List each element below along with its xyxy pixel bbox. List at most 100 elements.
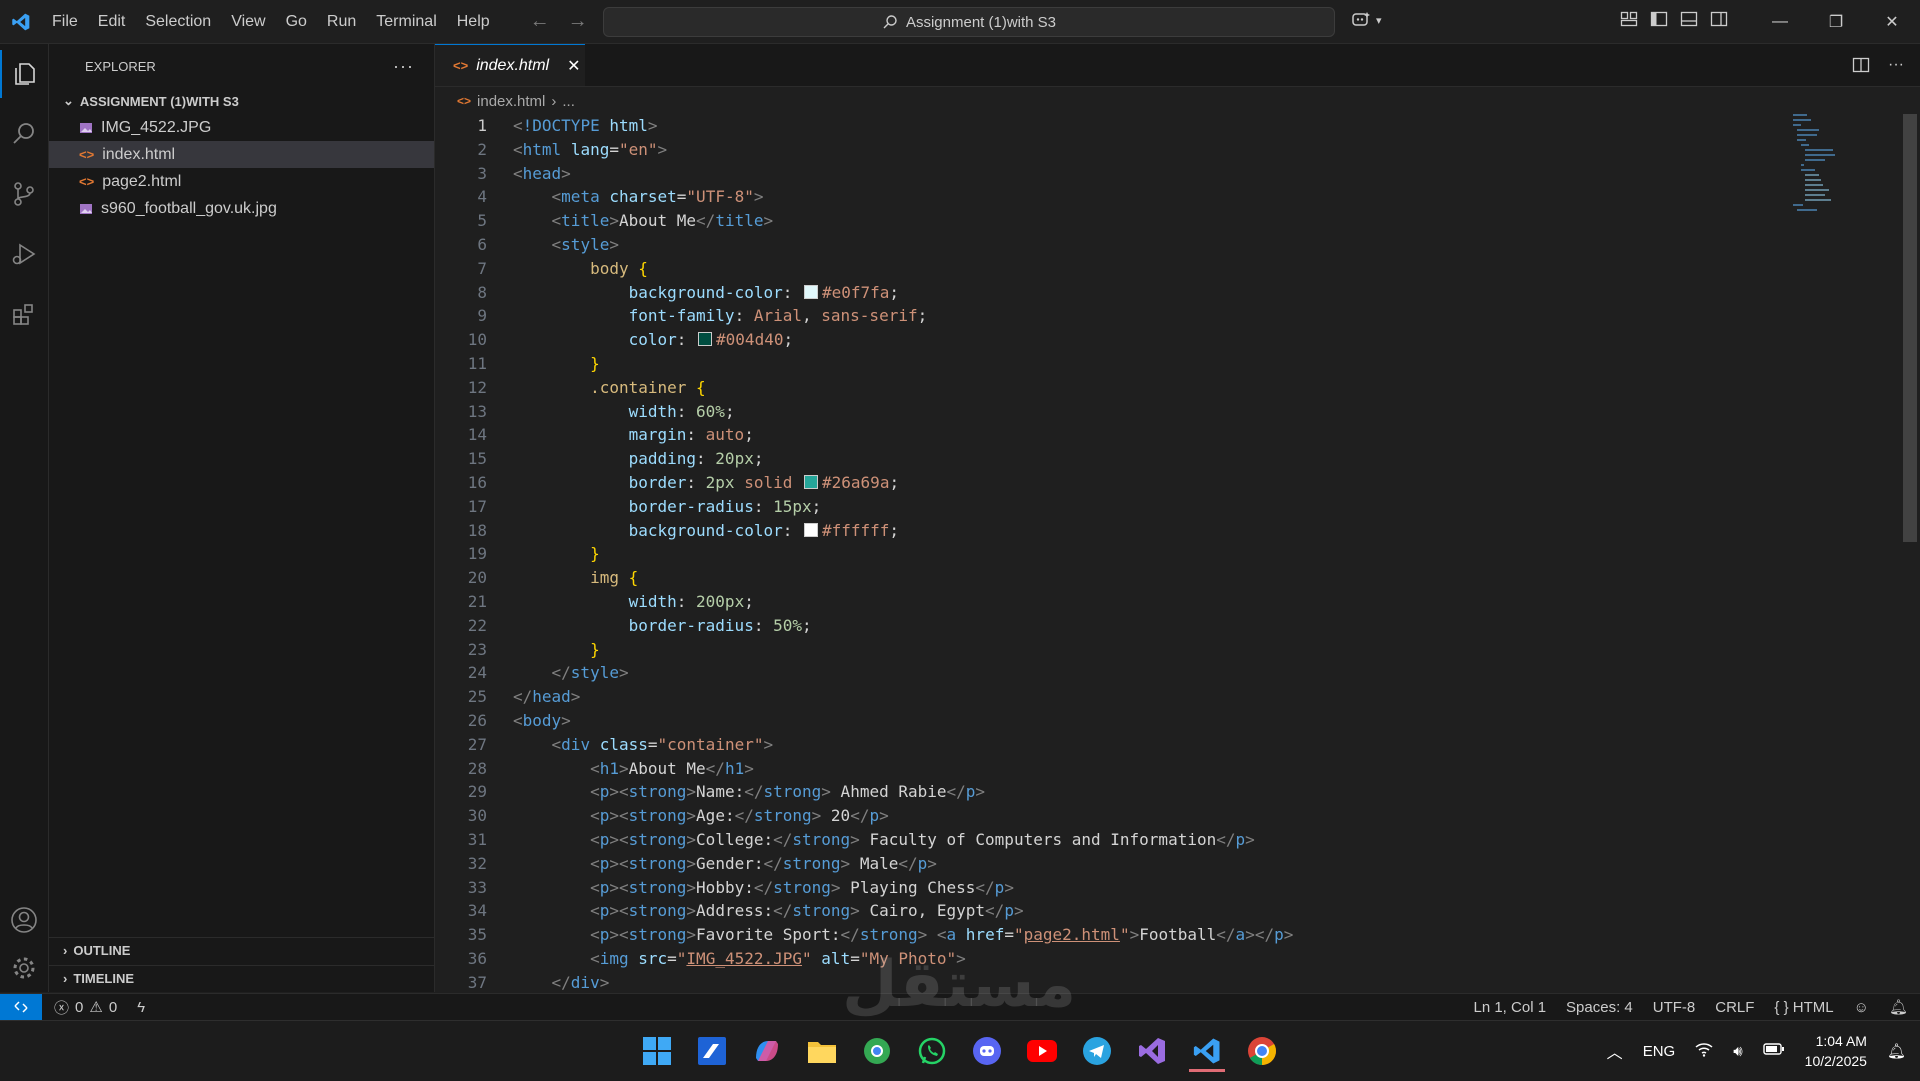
toggle-primary-sidebar-icon[interactable]	[1650, 10, 1668, 28]
code-line[interactable]: 31 <p><strong>College:</strong> Faculty …	[435, 828, 1785, 852]
cursor-position[interactable]: Ln 1, Col 1	[1473, 999, 1546, 1016]
code-line[interactable]: 33 <p><strong>Hobby:</strong> Playing Ch…	[435, 876, 1785, 900]
youtube-icon[interactable]	[1024, 1033, 1060, 1069]
forward-arrow-icon[interactable]: →	[568, 10, 588, 33]
code-line[interactable]: 18 background-color: #ffffff;	[435, 519, 1785, 543]
code-line[interactable]: 32 <p><strong>Gender:</strong> Male</p>	[435, 852, 1785, 876]
volume-icon[interactable]: 🔊︎	[1733, 1043, 1742, 1060]
code-line[interactable]: 10 color: #004d40;	[435, 328, 1785, 352]
tab-index-html[interactable]: <> index.html ✕	[435, 44, 585, 86]
accounts-icon[interactable]	[0, 896, 48, 944]
menu-help[interactable]: Help	[447, 0, 500, 43]
code-line[interactable]: 17 border-radius: 15px;	[435, 495, 1785, 519]
code-line[interactable]: 37 </div>	[435, 971, 1785, 992]
code-line[interactable]: 28 <h1>About Me</h1>	[435, 757, 1785, 781]
code-line[interactable]: 5 <title>About Me</title>	[435, 209, 1785, 233]
code-line[interactable]: 9 font-family: Arial, sans-serif;	[435, 304, 1785, 328]
close-icon[interactable]: ✕	[567, 56, 580, 76]
menu-terminal[interactable]: Terminal	[366, 0, 446, 43]
code-line[interactable]: 35 <p><strong>Favorite Sport:</strong> <…	[435, 923, 1785, 947]
code-line[interactable]: 34 <p><strong>Address:</strong> Cairo, E…	[435, 899, 1785, 923]
code-line[interactable]: 36 <img src="IMG_4522.JPG" alt="My Photo…	[435, 947, 1785, 971]
more-actions-icon[interactable]: ···	[1888, 56, 1904, 74]
visual-studio-icon[interactable]	[1134, 1033, 1170, 1069]
code-line[interactable]: 13 width: 60%;	[435, 400, 1785, 424]
customize-layout-icon[interactable]	[1620, 10, 1638, 28]
menu-selection[interactable]: Selection	[135, 0, 221, 43]
notification-center-icon[interactable]: 🔔︎	[1887, 1042, 1906, 1060]
clock[interactable]: 1:04 AM 10/2/2025	[1805, 1031, 1867, 1071]
problems-indicator[interactable]: ⓧ 0 ⚠ 0	[54, 997, 117, 1018]
code-editor[interactable]: 1 <!DOCTYPE html> 2 <html lang="en"> 3 <head>…	[435, 114, 1785, 992]
remote-indicator-icon[interactable]	[0, 994, 42, 1020]
notifications-bell-icon[interactable]: 🔔︎	[1889, 998, 1908, 1016]
toggle-panel-icon[interactable]	[1680, 10, 1698, 28]
code-line[interactable]: 22 border-radius: 50%;	[435, 614, 1785, 638]
whatsapp-icon[interactable]	[914, 1033, 950, 1069]
close-window-icon[interactable]: ✕	[1864, 0, 1920, 43]
run-debug-icon[interactable]	[0, 230, 48, 278]
code-line[interactable]: 3 <head>	[435, 162, 1785, 186]
input-language[interactable]: ENG	[1643, 1043, 1676, 1060]
code-line[interactable]: 14 margin: auto;	[435, 423, 1785, 447]
code-line[interactable]: 29 <p><strong>Name:</strong> Ahmed Rabie…	[435, 780, 1785, 804]
chevron-up-icon[interactable]: ︿	[1607, 1039, 1623, 1063]
end-of-line[interactable]: CRLF	[1715, 999, 1754, 1016]
encoding[interactable]: UTF-8	[1653, 999, 1696, 1016]
code-line[interactable]: 23 }	[435, 638, 1785, 662]
language-mode[interactable]: { } HTML	[1774, 999, 1833, 1016]
copilot-status-icon[interactable]: ☺	[1854, 999, 1869, 1016]
discord-icon[interactable]	[969, 1033, 1005, 1069]
menu-file[interactable]: File	[42, 0, 88, 43]
restore-icon[interactable]: ❐	[1808, 0, 1864, 43]
more-actions-icon[interactable]: ···	[393, 56, 414, 77]
menu-view[interactable]: View	[221, 0, 275, 43]
code-line[interactable]: 12 .container {	[435, 376, 1785, 400]
indentation[interactable]: Spaces: 4	[1566, 999, 1633, 1016]
split-editor-icon[interactable]	[1852, 56, 1870, 74]
vertical-scrollbar[interactable]	[1903, 114, 1917, 992]
code-line[interactable]: 26 <body>	[435, 709, 1785, 733]
code-line[interactable]: 30 <p><strong>Age:</strong> 20</p>	[435, 804, 1785, 828]
code-line[interactable]: 25 </head>	[435, 685, 1785, 709]
code-line[interactable]: 19 }	[435, 542, 1785, 566]
source-control-icon[interactable]	[0, 170, 48, 218]
vscode-taskbar-icon[interactable]	[1189, 1033, 1225, 1072]
file-explorer-icon[interactable]	[804, 1033, 840, 1069]
code-line[interactable]: 16 border: 2px solid #26a69a;	[435, 471, 1785, 495]
code-line[interactable]: 21 width: 200px;	[435, 590, 1785, 614]
workspace-folder[interactable]: ⌄ ASSIGNMENT (1)WITH S3	[49, 88, 434, 114]
explorer-icon[interactable]	[0, 50, 48, 98]
toggle-secondary-sidebar-icon[interactable]	[1710, 10, 1728, 28]
back-arrow-icon[interactable]: ←	[530, 10, 550, 33]
battery-icon[interactable]	[1762, 1042, 1785, 1060]
copilot-taskbar-icon[interactable]	[749, 1033, 785, 1069]
file-item-football-jpg[interactable]: s960_football_gov.uk.jpg	[49, 195, 434, 222]
code-line[interactable]: 4 <meta charset="UTF-8">	[435, 185, 1785, 209]
timeline-section[interactable]: › TIMELINE	[49, 965, 434, 991]
extensions-icon[interactable]	[0, 290, 48, 338]
wifi-icon[interactable]	[1695, 1041, 1713, 1061]
file-item-img-4522[interactable]: IMG_4522.JPG	[49, 114, 434, 141]
minimize-icon[interactable]: —	[1752, 0, 1808, 43]
telegram-icon[interactable]	[1079, 1033, 1115, 1069]
menu-run[interactable]: Run	[317, 0, 366, 43]
windows-start-icon[interactable]	[639, 1033, 675, 1069]
menu-edit[interactable]: Edit	[88, 0, 136, 43]
lightning-icon[interactable]: ϟ	[137, 999, 145, 1016]
chrome-icon[interactable]	[1244, 1033, 1280, 1069]
pen-app-icon[interactable]	[694, 1033, 730, 1069]
code-line[interactable]: 11 }	[435, 352, 1785, 376]
color-swatch[interactable]	[803, 522, 818, 537]
color-swatch[interactable]	[803, 284, 818, 299]
breadcrumb-more[interactable]: ...	[562, 93, 575, 110]
settings-gear-icon[interactable]	[0, 944, 48, 992]
copilot-button[interactable]: ▾	[1350, 9, 1382, 31]
menu-go[interactable]: Go	[276, 0, 317, 43]
file-item-index-html[interactable]: <> index.html	[49, 141, 434, 168]
command-center-search[interactable]: Assignment (1)with S3	[603, 7, 1335, 37]
scrollbar-thumb[interactable]	[1903, 114, 1917, 542]
code-line[interactable]: 6 <style>	[435, 233, 1785, 257]
code-line[interactable]: 24 </style>	[435, 661, 1785, 685]
code-line[interactable]: 8 background-color: #e0f7fa;	[435, 281, 1785, 305]
